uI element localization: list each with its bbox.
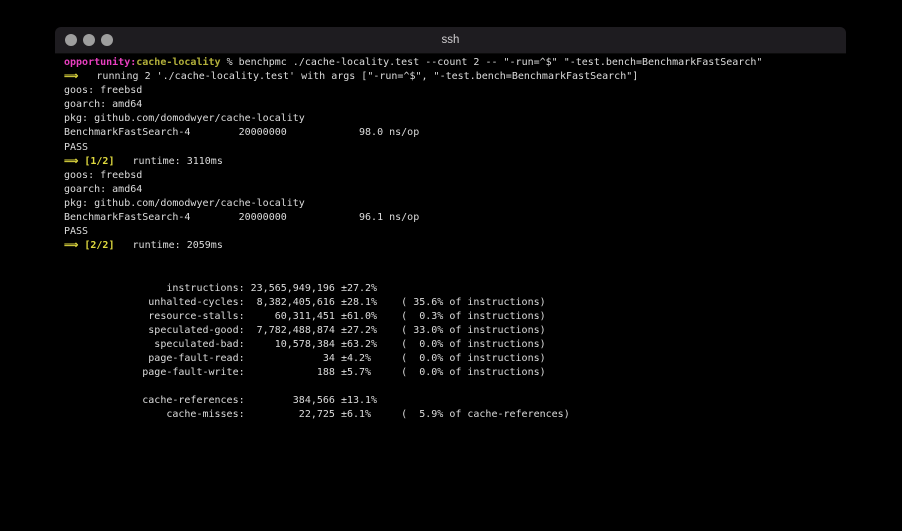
terminal-text-segment: benchpmc ./cache-locality.test --count 2…: [238, 57, 763, 68]
terminal-text-segment: BenchmarkFastSearch-4 20000000 98.0 ns/o…: [64, 127, 420, 139]
terminal-text-segment: ⟹: [64, 71, 79, 83]
terminal-text-segment: cache-references: 384,566 ±13.1%: [64, 395, 378, 407]
terminal-text-segment: %: [220, 57, 239, 68]
terminal-text-segment: pkg: github.com/domodwyer/cache-locality: [64, 197, 305, 209]
titlebar[interactable]: ssh: [55, 27, 846, 54]
terminal-text-segment: unhalted-cycles: 8,382,405,616 ±28.1% ( …: [64, 296, 546, 308]
terminal-text-segment: pkg: github.com/domodwyer/cache-locality: [64, 113, 305, 125]
terminal-text-segment: runtime: 3110ms: [114, 155, 223, 167]
terminal-text-segment: cache-locality: [136, 57, 221, 68]
terminal-screen[interactable]: opportunity:cache-locality % benchpmc ./…: [55, 54, 846, 422]
terminal-text-segment: goarch: amd64: [64, 183, 143, 195]
terminal-window: ssh opportunity:cache-locality % benchpm…: [55, 27, 846, 503]
terminal-text-segment: goos: freebsd: [64, 85, 143, 97]
terminal-text-segment: ⟹ [1/2]: [64, 155, 115, 167]
terminal-text-segment: PASS: [64, 141, 89, 153]
terminal-text-segment: PASS: [64, 226, 89, 238]
terminal-text-segment: resource-stalls: 60,311,451 ±61.0% ( 0.3…: [64, 310, 546, 322]
terminal-text-segment: BenchmarkFastSearch-4 20000000 96.1 ns/o…: [64, 212, 420, 224]
terminal-text-segment: page-fault-write: 188 ±5.7% ( 0.0% of in…: [64, 367, 546, 379]
terminal-text-segment: cache-misses: 22,725 ±6.1% ( 5.9% of cac…: [64, 409, 570, 421]
terminal-text-segment: goarch: amd64: [64, 99, 143, 111]
terminal-text-segment: page-fault-read: 34 ±4.2% ( 0.0% of inst…: [64, 352, 546, 364]
terminal-text-segment: runtime: 2059ms: [114, 240, 223, 252]
window-title: ssh: [441, 34, 460, 46]
terminal-text-segment: ⟹ [2/2]: [64, 240, 115, 252]
desktop: ssh opportunity:cache-locality % benchpm…: [0, 0, 902, 531]
terminal-text-segment: running 2 './cache-locality.test' with a…: [78, 71, 639, 83]
terminal-text-segment: instructions: 23,565,949,196 ±27.2%: [64, 282, 378, 294]
terminal-text-segment: goos: freebsd: [64, 169, 143, 181]
terminal-text-segment: speculated-good: 7,782,488,874 ±27.2% ( …: [64, 324, 546, 336]
terminal-text-segment: speculated-bad: 10,578,384 ±63.2% ( 0.0%…: [64, 338, 546, 350]
terminal-text-segment: opportunity:: [64, 57, 137, 68]
